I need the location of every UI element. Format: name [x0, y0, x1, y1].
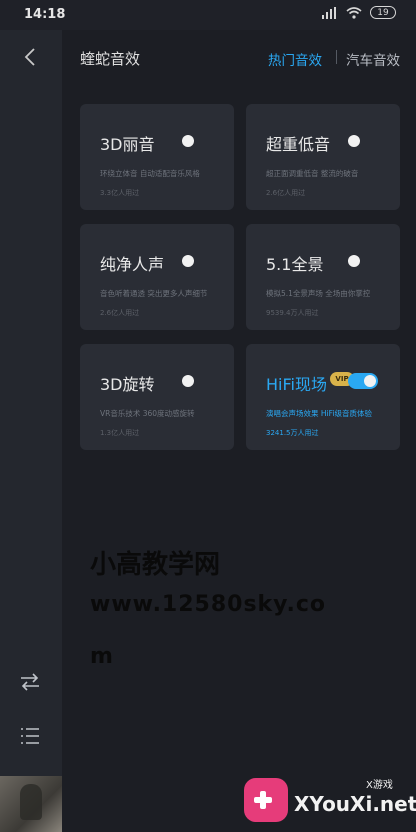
- toggle-knob: [182, 135, 194, 147]
- site-logo: X游戏 XYouXi.net: [238, 772, 416, 832]
- status-icons: 19: [322, 6, 396, 19]
- effect-toggle[interactable]: [348, 253, 378, 269]
- effect-card-3d-liyin[interactable]: 3D丽音 环绕立体音 自动适配音乐风格 3.3亿人用过: [80, 104, 234, 210]
- wifi-icon: [346, 6, 362, 19]
- effect-toggle[interactable]: [182, 373, 212, 389]
- card-desc: 环绕立体音 自动适配音乐风格: [100, 169, 200, 178]
- effect-card-51-surround[interactable]: 5.1全景 模拟5.1全景声场 全场由你掌控 9539.4万人用过: [246, 224, 400, 330]
- toggle-knob: [182, 255, 194, 267]
- card-title: 超重低音: [266, 135, 331, 154]
- card-usage-count: 2.6亿人用过: [266, 189, 306, 197]
- gamepad-icon: [244, 778, 288, 822]
- card-title: 5.1全景: [266, 255, 324, 274]
- card-title: HiFi现场: [266, 375, 327, 394]
- card-desc: 音色听着通透 突出更多人声细节: [100, 289, 208, 298]
- status-bar: 14:18 19: [0, 0, 416, 30]
- shuffle-icon[interactable]: [18, 670, 42, 694]
- effect-card-hifi-live[interactable]: HiFi现场 VIP 演唱会声场效果 HiFi级音质体验 3241.5万人用过: [246, 344, 400, 450]
- card-usage-count: 2.6亿人用过: [100, 309, 140, 317]
- toggle-knob: [348, 135, 360, 147]
- left-sidebar: [0, 30, 62, 832]
- logo-text: XYouXi.net: [294, 792, 416, 816]
- effect-toggle[interactable]: [348, 133, 378, 149]
- card-usage-count: 3241.5万人用过: [266, 429, 319, 437]
- status-time: 14:18: [24, 7, 66, 22]
- card-desc: 模拟5.1全景声场 全场由你掌控: [266, 289, 371, 298]
- tab-hot-effects[interactable]: 热门音效: [268, 49, 322, 69]
- toggle-knob: [182, 375, 194, 387]
- card-usage-count: 9539.4万人用过: [266, 309, 319, 317]
- album-cover[interactable]: [0, 776, 62, 832]
- effect-toggle[interactable]: [182, 133, 212, 149]
- logo-small-text: X游戏: [366, 780, 393, 791]
- tab-divider: [336, 50, 337, 64]
- effect-card-pure-vocal[interactable]: 纯净人声 音色听着通透 突出更多人声细节 2.6亿人用过: [80, 224, 234, 330]
- battery-icon: 19: [370, 6, 396, 19]
- watermark-line-3: m: [90, 644, 113, 669]
- back-arrow-icon[interactable]: [18, 44, 44, 70]
- watermark-line-1: 小高教学网: [90, 550, 221, 580]
- effect-card-super-bass[interactable]: 超重低音 超正面调重低音 整流的破音 2.6亿人用过: [246, 104, 400, 210]
- card-title: 3D旋转: [100, 375, 155, 394]
- playlist-icon[interactable]: [18, 724, 42, 748]
- watermark-line-2: www.12580sky.co: [90, 592, 327, 617]
- card-usage-count: 3.3亿人用过: [100, 189, 140, 197]
- card-desc: 演唱会声场效果 HiFi级音质体验: [266, 409, 372, 418]
- effect-toggle[interactable]: [348, 373, 378, 389]
- toggle-knob: [348, 255, 360, 267]
- signal-icon: [322, 6, 338, 19]
- card-desc: 超正面调重低音 整流的破音: [266, 169, 359, 178]
- card-title: 3D丽音: [100, 135, 155, 154]
- card-desc: VR音乐技术 360度动感旋转: [100, 409, 195, 418]
- card-title: 纯净人声: [100, 255, 165, 274]
- page-title: 蝰蛇音效: [80, 50, 141, 68]
- tab-car-effects[interactable]: 汽车音效: [346, 49, 400, 69]
- toggle-knob: [364, 375, 376, 387]
- effect-toggle[interactable]: [182, 253, 212, 269]
- header: 蝰蛇音效 热门音效 汽车音效: [62, 30, 416, 86]
- effect-card-3d-rotate[interactable]: 3D旋转 VR音乐技术 360度动感旋转 1.3亿人用过: [80, 344, 234, 450]
- card-usage-count: 1.3亿人用过: [100, 429, 140, 437]
